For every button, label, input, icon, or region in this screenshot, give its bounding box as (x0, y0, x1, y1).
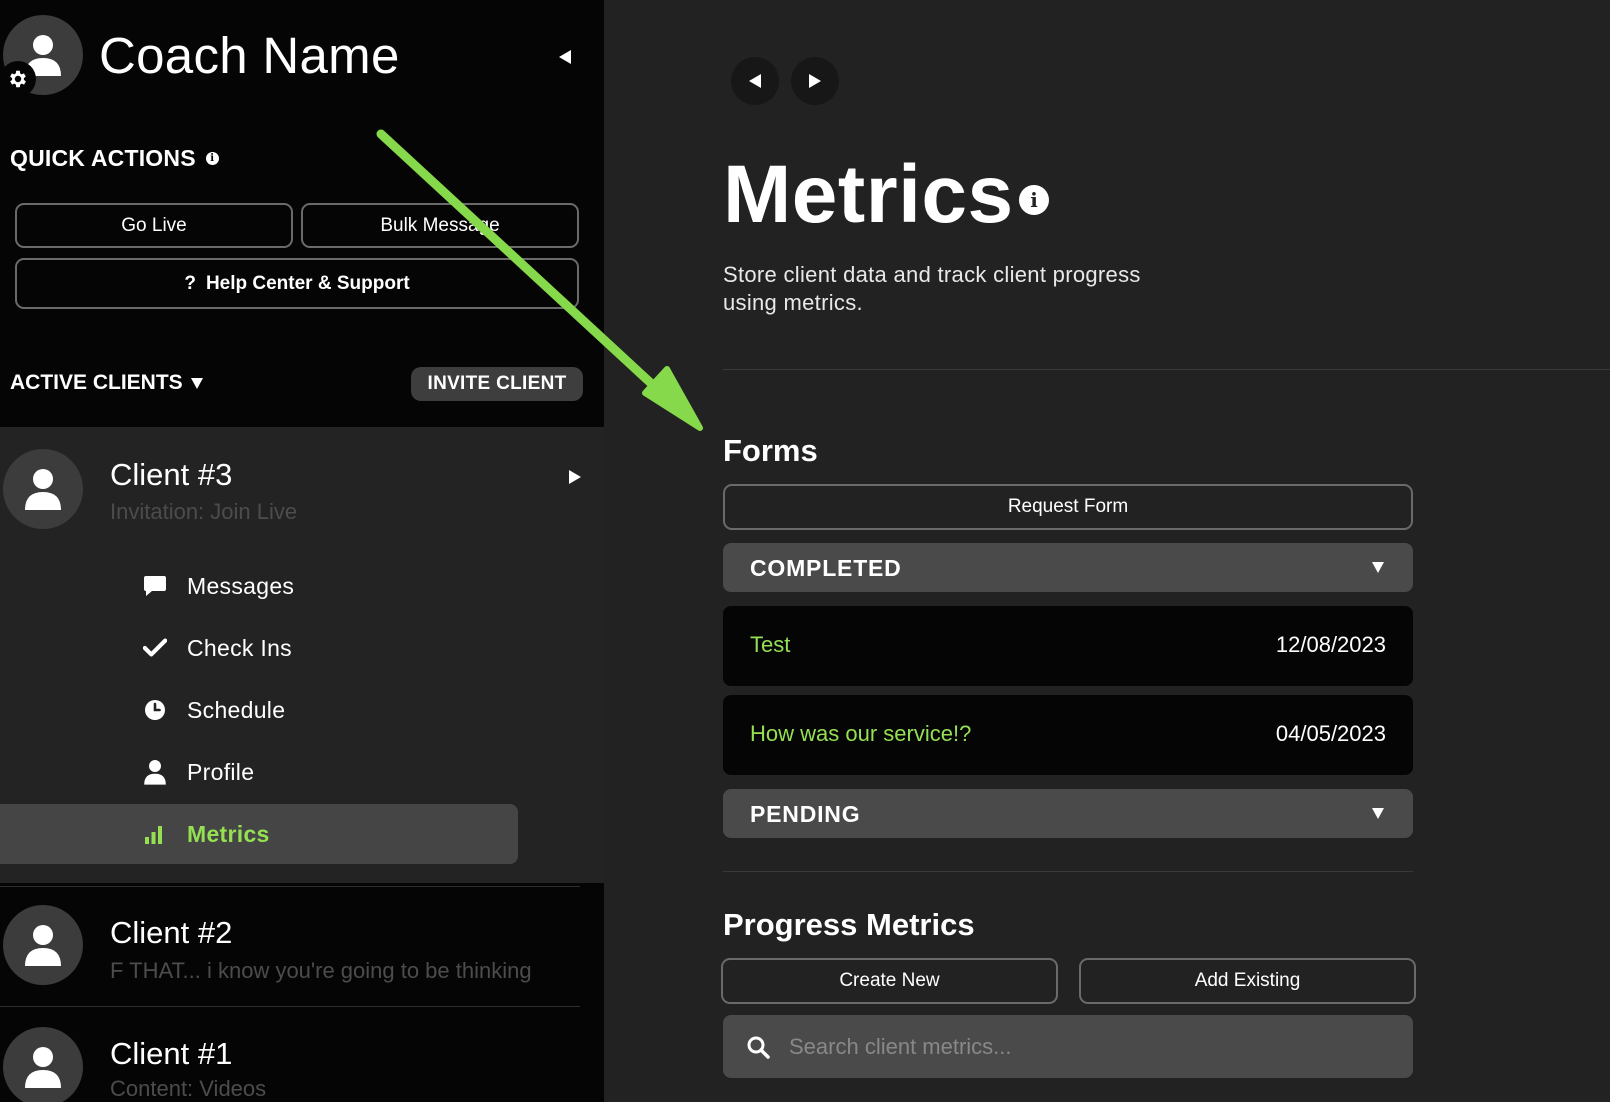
clock-icon (143, 698, 167, 722)
bar-chart-icon (143, 822, 167, 846)
coach-header: Coach Name (0, 0, 604, 110)
add-existing-button[interactable]: Add Existing (1079, 958, 1416, 1004)
progress-metrics-heading: Progress Metrics (723, 907, 975, 942)
quick-actions-heading: QUICK ACTIONS i (10, 145, 219, 172)
form-date: 12/08/2023 (1275, 632, 1386, 657)
page-description: Store client data and track client progr… (723, 262, 1141, 315)
client-row[interactable]: Client #2 F THAT... i know you're going … (0, 888, 604, 1004)
client-panel-expanded: Client #3 Invitation: Join Live Messages… (0, 427, 604, 883)
checkmark-icon (143, 636, 167, 660)
caret-right-icon (809, 74, 821, 88)
divider (0, 1006, 580, 1007)
help-center-label: Help Center & Support (205, 272, 410, 294)
main-content: Metrics i Store client data and track cl… (604, 0, 1610, 1102)
forms-heading: Forms (723, 433, 818, 468)
pending-accordion[interactable]: PENDING (723, 789, 1413, 838)
person-icon (25, 925, 61, 966)
quick-actions-label: QUICK ACTIONS (10, 145, 196, 171)
search-icon (747, 1036, 770, 1059)
client-name: Client #3 (110, 457, 233, 492)
divider (0, 886, 580, 887)
client-subtitle: Content: Videos (110, 1076, 267, 1101)
divider (723, 369, 1610, 370)
person-icon (25, 1047, 61, 1088)
client-nav-label: Metrics (187, 820, 270, 847)
go-live-button[interactable]: Go Live (15, 203, 293, 248)
form-name: Test (750, 632, 791, 657)
collapse-sidebar-button[interactable] (556, 48, 574, 66)
chat-bubble-icon (143, 574, 167, 598)
avatar (3, 905, 83, 985)
client-row[interactable]: Client #3 Invitation: Join Live (0, 427, 604, 529)
form-list-item[interactable]: How was our service!? 04/05/2023 (723, 695, 1413, 775)
help-center-button[interactable]: ? Help Center & Support (15, 258, 579, 309)
caret-down-icon (190, 377, 203, 389)
client-subtitle: Invitation: Join Live (110, 499, 298, 524)
caret-down-icon (1372, 562, 1384, 573)
client-nav-messages[interactable]: Messages (0, 556, 518, 616)
coach-name: Coach Name (99, 27, 400, 84)
form-list-item[interactable]: Test 12/08/2023 (723, 606, 1413, 686)
active-clients-dropdown[interactable]: ACTIVE CLIENTS (10, 371, 203, 395)
settings-gear-button[interactable] (0, 61, 36, 97)
client-nav-metrics[interactable]: Metrics (0, 804, 518, 864)
client-nav-label: Schedule (187, 696, 286, 723)
client-row[interactable]: Client #1 Content: Videos (0, 1008, 604, 1102)
client-nav-profile[interactable]: Profile (0, 742, 518, 802)
client-nav-label: Profile (187, 758, 255, 785)
caret-down-icon (1372, 808, 1384, 819)
active-clients-label: ACTIVE CLIENTS (10, 371, 183, 394)
client-nav-schedule[interactable]: Schedule (0, 680, 518, 740)
client-nav-label: Check Ins (187, 634, 292, 661)
client-nav-check-ins[interactable]: Check Ins (0, 618, 518, 678)
request-form-button[interactable]: Request Form (723, 484, 1413, 530)
caret-right-icon (569, 470, 581, 484)
info-icon[interactable]: i (1019, 185, 1049, 215)
form-date: 04/05/2023 (1275, 721, 1386, 746)
client-nav-label: Messages (187, 572, 295, 599)
forward-button[interactable] (791, 57, 839, 105)
info-icon[interactable]: i (205, 152, 219, 165)
search-input[interactable] (789, 1015, 1389, 1078)
question-mark-icon: ? (184, 272, 196, 294)
form-name: How was our service!? (750, 721, 972, 746)
completed-accordion[interactable]: COMPLETED (723, 543, 1413, 592)
back-button[interactable] (731, 57, 779, 105)
accordion-label: PENDING (750, 801, 861, 827)
accordion-label: COMPLETED (750, 555, 902, 581)
create-new-button[interactable]: Create New (721, 958, 1058, 1004)
gear-icon (10, 70, 26, 88)
sidebar: Coach Name QUICK ACTIONS i Go Live Bulk … (0, 0, 604, 1102)
caret-left-icon (749, 74, 761, 88)
avatar (3, 1027, 83, 1102)
bulk-message-button[interactable]: Bulk Message (301, 203, 579, 248)
divider (723, 871, 1413, 872)
caret-left-icon (559, 50, 571, 64)
client-name: Client #1 (110, 1036, 233, 1071)
client-name: Client #2 (110, 915, 233, 950)
client-subtitle: F THAT... i know you're going to be thin… (110, 958, 532, 983)
person-icon (25, 469, 61, 510)
metrics-search-box (723, 1015, 1413, 1078)
person-icon (143, 760, 167, 785)
invite-client-button[interactable]: INVITE CLIENT (411, 367, 583, 401)
page-title: Metrics (723, 149, 1014, 240)
avatar (3, 449, 83, 529)
